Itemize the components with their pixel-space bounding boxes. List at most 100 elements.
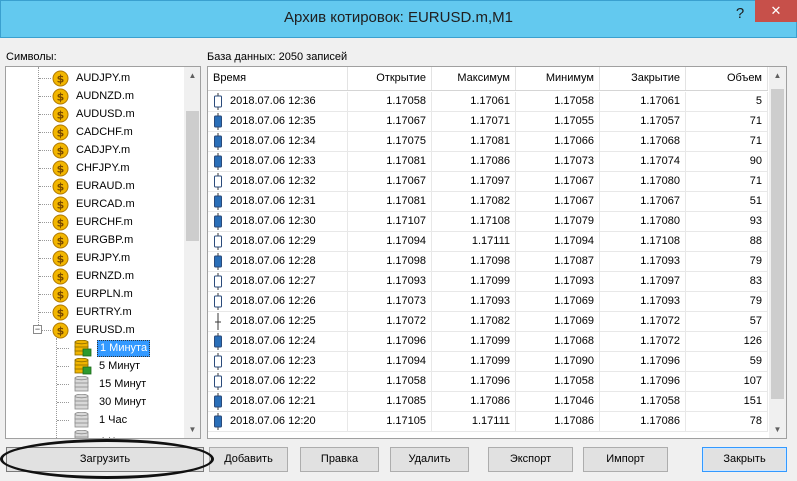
- load-button[interactable]: Загрузить: [6, 447, 204, 472]
- tree-scroll-thumb[interactable]: [186, 111, 199, 241]
- tree-item-label: EURAUD.m: [76, 179, 135, 192]
- cell-volume: 59: [686, 352, 768, 371]
- tree-item-symbol[interactable]: $ EURCAD.m: [52, 195, 137, 213]
- table-row[interactable]: 2018.07.06 12:25 1.17072 1.17082 1.17069 1.1…: [208, 312, 768, 332]
- tree-item-symbol[interactable]: $ EURTRY.m: [52, 303, 134, 321]
- cell-low: 1.17073: [516, 152, 600, 171]
- table-scroll-thumb[interactable]: [771, 89, 784, 399]
- tree-item-symbol[interactable]: $ CADJPY.m: [52, 141, 132, 159]
- cell-volume: 151: [686, 392, 768, 411]
- tree-connector: [57, 438, 69, 439]
- currency-coin-icon: $: [52, 286, 69, 302]
- table-row[interactable]: 2018.07.06 12:22 1.17058 1.17096 1.17058 1.1…: [208, 372, 768, 392]
- delete-button[interactable]: Удалить: [390, 447, 469, 472]
- tree-item-symbol[interactable]: $ EURCHF.m: [52, 213, 135, 231]
- tree-item-symbol[interactable]: $ AUDUSD.m: [52, 105, 137, 123]
- candle-bear-icon: [214, 193, 222, 210]
- table-row[interactable]: 2018.07.06 12:30 1.17107 1.17108 1.17079 1.1…: [208, 212, 768, 232]
- table-row[interactable]: 2018.07.06 12:35 1.17067 1.17071 1.17055 1.1…: [208, 112, 768, 132]
- tree-item-timeframe[interactable]: 15 Минут: [74, 375, 148, 393]
- table-row[interactable]: 2018.07.06 12:36 1.17058 1.17061 1.17058 1.1…: [208, 92, 768, 112]
- table-row[interactable]: 2018.07.06 12:26 1.17073 1.17093 1.17069 1.1…: [208, 292, 768, 312]
- column-header-low[interactable]: Минимум: [516, 67, 600, 90]
- edit-button[interactable]: Правка: [300, 447, 379, 472]
- cell-time: 2018.07.06 12:29: [208, 232, 348, 251]
- tree-item-symbol[interactable]: $ EURNZD.m: [52, 267, 136, 285]
- scroll-up-icon[interactable]: ▲: [184, 67, 200, 84]
- cell-low: 1.17068: [516, 332, 600, 351]
- cell-low: 1.17093: [516, 272, 600, 291]
- column-header-close[interactable]: Закрытие: [600, 67, 686, 90]
- cell-high: 1.17081: [432, 132, 516, 151]
- tree-item-symbol[interactable]: $ EURGBP.m: [52, 231, 135, 249]
- table-row[interactable]: 2018.07.06 12:23 1.17094 1.17099 1.17090 1.1…: [208, 352, 768, 372]
- table-row[interactable]: 2018.07.06 12:29 1.17094 1.17111 1.17094 1.1…: [208, 232, 768, 252]
- cell-low: 1.17058: [516, 92, 600, 111]
- table-row[interactable]: 2018.07.06 12:28 1.17098 1.17098 1.17087 1.1…: [208, 252, 768, 272]
- tree-item-symbol[interactable]: $ EURJPY.m: [52, 249, 132, 267]
- table-row[interactable]: 2018.07.06 12:34 1.17075 1.17081 1.17066 1.1…: [208, 132, 768, 152]
- tree-connector: [57, 420, 69, 421]
- table-row[interactable]: 2018.07.06 12:24 1.17096 1.17099 1.17068 1.1…: [208, 332, 768, 352]
- cell-time: 2018.07.06 12:31: [208, 192, 348, 211]
- import-button[interactable]: Импорт: [583, 447, 668, 472]
- cell-high: 1.17061: [432, 92, 516, 111]
- table-row[interactable]: 2018.07.06 12:21 1.17085 1.17086 1.17046 1.1…: [208, 392, 768, 412]
- tree-scrollbar[interactable]: ▲ ▼: [184, 67, 200, 438]
- quotes-table[interactable]: Время Открытие Максимум Минимум Закрытие…: [207, 66, 787, 439]
- svg-text:$: $: [57, 108, 65, 121]
- scroll-down-icon[interactable]: ▼: [769, 421, 786, 438]
- tree-connector: [39, 168, 51, 169]
- tree-connector: [39, 240, 51, 241]
- cell-open: 1.17073: [348, 292, 432, 311]
- table-row[interactable]: 2018.07.06 12:20 1.17105 1.17111 1.17086 1.1…: [208, 412, 768, 432]
- tree-item-label-selected: 1 Минута: [97, 339, 151, 357]
- symbols-tree[interactable]: $ AUDJPY.m $ AUDNZD.m $ AUDUSD.m $ CADCHF.m $ CAD…: [5, 66, 201, 439]
- database-active-icon: [74, 357, 92, 374]
- tree-item-symbol[interactable]: $ EURAUD.m: [52, 177, 137, 195]
- cell-time: 2018.07.06 12:25: [208, 312, 348, 331]
- tree-item-symbol[interactable]: $ CADCHF.m: [52, 123, 135, 141]
- close-window-button[interactable]: ✕: [755, 0, 797, 22]
- tree-item-symbol[interactable]: $ AUDJPY.m: [52, 69, 132, 87]
- tree-item-symbol[interactable]: $ EURPLN.m: [52, 285, 135, 303]
- tree-connector: [39, 294, 51, 295]
- cell-low: 1.17058: [516, 372, 600, 391]
- candle-bull-icon: [214, 93, 222, 110]
- table-row[interactable]: 2018.07.06 12:27 1.17093 1.17099 1.17093 1.1…: [208, 272, 768, 292]
- cell-volume: 93: [686, 212, 768, 231]
- scroll-up-icon[interactable]: ▲: [769, 67, 786, 84]
- help-button[interactable]: ?: [725, 0, 755, 28]
- table-row[interactable]: 2018.07.06 12:31 1.17081 1.17082 1.17067 1.1…: [208, 192, 768, 212]
- currency-coin-icon: $: [52, 178, 69, 194]
- time-value: 2018.07.06 12:32: [230, 175, 316, 187]
- tree-item-timeframe[interactable]: 4 Часа: [74, 429, 135, 438]
- tree-item-symbol[interactable]: $ CHFJPY.m: [52, 159, 132, 177]
- cell-open: 1.17098: [348, 252, 432, 271]
- tree-item-symbol[interactable]: $ AUDNZD.m: [52, 87, 136, 105]
- cell-close: 1.17097: [600, 272, 686, 291]
- column-header-high[interactable]: Максимум: [432, 67, 516, 90]
- export-button[interactable]: Экспорт: [488, 447, 573, 472]
- cell-close: 1.17096: [600, 352, 686, 371]
- cell-close: 1.17086: [600, 412, 686, 431]
- tree-item-timeframe[interactable]: 1 Минута: [74, 339, 151, 357]
- column-header-open[interactable]: Открытие: [348, 67, 432, 90]
- tree-item-symbol[interactable]: $ EURUSD.m: [52, 321, 137, 339]
- tree-item-timeframe[interactable]: 1 Час: [74, 411, 129, 429]
- tree-connector: [39, 276, 51, 277]
- add-button[interactable]: Добавить: [209, 447, 288, 472]
- scroll-down-icon[interactable]: ▼: [184, 421, 200, 438]
- tree-connector-line: [38, 67, 39, 329]
- close-button[interactable]: Закрыть: [702, 447, 787, 472]
- collapse-toggle[interactable]: −: [33, 325, 42, 334]
- table-row[interactable]: 2018.07.06 12:33 1.17081 1.17086 1.17073 1.1…: [208, 152, 768, 172]
- table-row[interactable]: 2018.07.06 12:32 1.17067 1.17097 1.17067 1.1…: [208, 172, 768, 192]
- table-scrollbar[interactable]: ▲ ▼: [769, 67, 786, 438]
- cell-time: 2018.07.06 12:30: [208, 212, 348, 231]
- column-header-time[interactable]: Время: [208, 67, 348, 90]
- tree-item-label: CHFJPY.m: [76, 161, 130, 174]
- tree-item-timeframe[interactable]: 5 Минут: [74, 357, 142, 375]
- column-header-volume[interactable]: Объем: [686, 67, 768, 90]
- tree-item-timeframe[interactable]: 30 Минут: [74, 393, 148, 411]
